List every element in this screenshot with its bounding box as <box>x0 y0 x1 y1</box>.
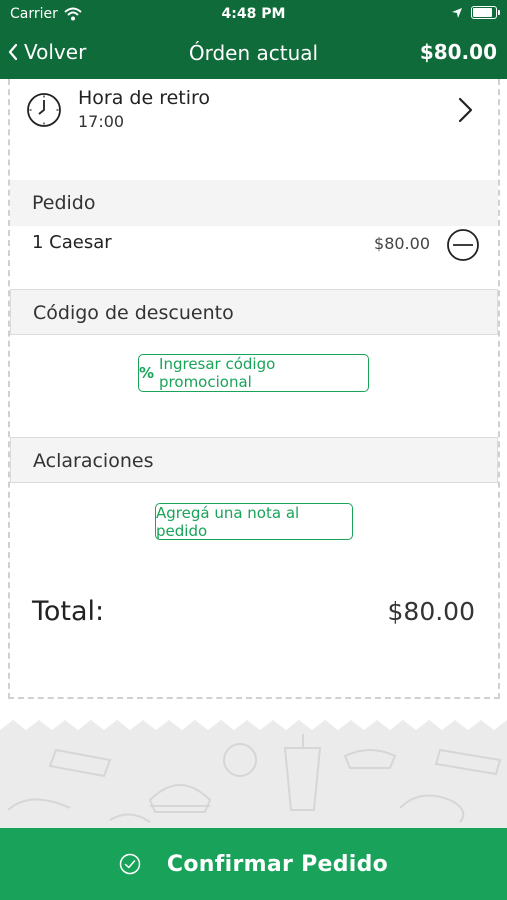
battery-icon <box>471 6 500 19</box>
chevron-right-icon <box>458 97 473 123</box>
discount-section-title: Código de descuento <box>10 289 498 335</box>
promo-code-button[interactable]: % Ingresar código promocional <box>138 354 369 392</box>
confirm-order-label: Confirmar Pedido <box>166 851 389 877</box>
pickup-time-value: 17:00 <box>78 112 125 131</box>
clock-icon <box>27 93 61 127</box>
notes-section-title: Aclaraciones <box>10 437 498 483</box>
pickup-time-row[interactable]: Hora de retiro 17:00 <box>10 84 498 136</box>
status-right <box>451 6 500 19</box>
header: Carrier 4:48 PM Volver Órden actual $80.… <box>0 0 507 79</box>
location-arrow-icon <box>452 7 462 18</box>
nav-bar: Volver Órden actual $80.00 <box>0 32 507 76</box>
add-note-label: Agregá una nota al pedido <box>156 503 300 540</box>
promo-code-label: Ingresar código promocional <box>159 355 276 391</box>
order-section-title: Pedido <box>10 180 498 226</box>
order-item-name: 1 Caesar <box>32 232 112 253</box>
check-circle-icon <box>119 853 141 875</box>
status-bar: Carrier 4:48 PM <box>0 0 507 28</box>
food-pattern-illustration <box>7 734 502 823</box>
add-note-button[interactable]: Agregá una nota al pedido <box>155 503 353 540</box>
confirm-order-button[interactable]: Confirmar Pedido <box>0 828 507 900</box>
total-label: Total: <box>32 596 105 627</box>
minus-circle-icon[interactable] <box>446 228 480 262</box>
header-total: $80.00 <box>419 40 497 64</box>
total-value: $80.00 <box>387 597 475 626</box>
order-item-price: $80.00 <box>374 234 430 253</box>
pickup-time-label: Hora de retiro <box>78 87 211 109</box>
percent-icon: % <box>139 364 155 382</box>
order-item-row: 1 Caesar $80.00 <box>10 226 498 266</box>
status-time: 4:48 PM <box>221 6 286 22</box>
